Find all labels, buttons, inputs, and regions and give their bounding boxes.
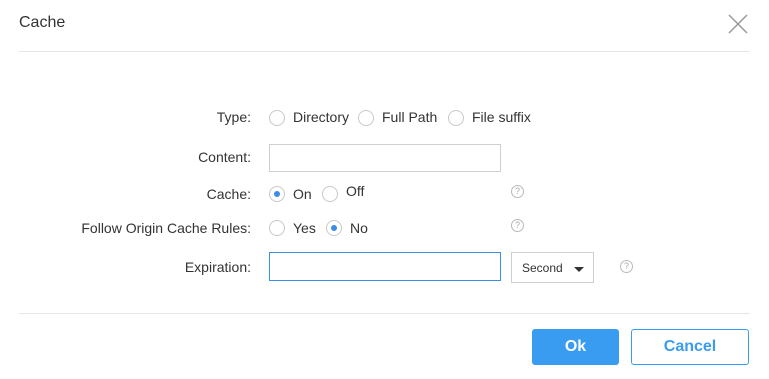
follow-origin-help-icon[interactable]: ? [511,219,524,232]
follow-origin-label: Follow Origin Cache Rules: [81,220,251,236]
follow-origin-yes-label[interactable]: Yes [293,220,316,236]
cache-dialog: Cache Type: Directory Full Path File suf… [0,0,769,379]
dialog-title: Cache [19,14,66,31]
cache-off-label[interactable]: Off [346,183,364,199]
caret-down-icon [574,267,584,272]
type-file-suffix-label[interactable]: File suffix [472,109,531,125]
content-label: Content: [198,149,251,165]
type-directory-label[interactable]: Directory [293,109,349,125]
cancel-button[interactable]: Cancel [631,329,749,365]
follow-origin-no-label[interactable]: No [350,220,368,236]
expiration-input[interactable] [269,252,501,281]
expiration-unit-value: Second [522,261,563,275]
cache-help-icon[interactable]: ? [511,185,524,198]
type-file-suffix-radio[interactable] [448,110,464,126]
cache-on-radio[interactable] [269,186,285,202]
cache-off-radio[interactable] [322,186,338,202]
type-full-path-label[interactable]: Full Path [382,109,437,125]
content-input[interactable] [269,144,501,172]
cache-label: Cache: [206,186,251,202]
expiration-label: Expiration: [184,259,251,275]
expiration-unit-select[interactable]: Second [511,252,594,283]
cache-on-label[interactable]: On [293,186,312,202]
expiration-help-icon[interactable]: ? [620,260,633,273]
header-divider [19,51,750,52]
follow-origin-no-radio[interactable] [326,220,342,236]
type-full-path-radio[interactable] [358,110,374,126]
footer-divider [19,313,750,314]
type-label: Type: [216,109,251,125]
close-icon[interactable] [727,13,749,35]
follow-origin-yes-radio[interactable] [269,220,285,236]
type-directory-radio[interactable] [269,110,285,126]
ok-button[interactable]: Ok [532,329,619,365]
